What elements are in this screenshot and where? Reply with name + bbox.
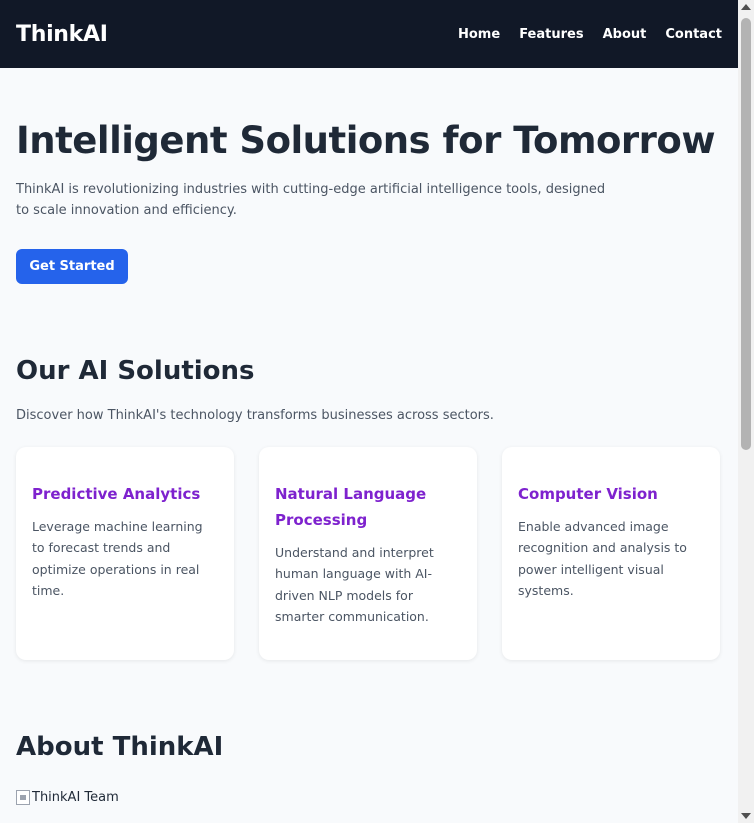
nav-link-about[interactable]: About xyxy=(603,27,647,42)
card-title: Natural Language Processing xyxy=(275,484,427,529)
nav-link-contact[interactable]: Contact xyxy=(665,27,722,42)
nav-link-home[interactable]: Home xyxy=(458,27,500,42)
hero-section: Intelligent Solutions for Tomorrow Think… xyxy=(0,68,738,284)
team-image-broken: ThinkAI Team xyxy=(16,789,722,805)
hero-title: Intelligent Solutions for Tomorrow xyxy=(16,119,716,162)
get-started-button[interactable]: Get Started xyxy=(16,248,128,284)
top-navbar: ThinkAI Home Features About Contact xyxy=(0,0,738,68)
solutions-title: Our AI Solutions xyxy=(16,355,255,386)
solution-card-predictive-analytics: Predictive Analytics Leverage machine le… xyxy=(16,446,234,660)
solutions-section: Our AI Solutions Discover how ThinkAI's … xyxy=(0,284,738,660)
scrollbar-thumb[interactable] xyxy=(741,18,751,450)
nav-link-features[interactable]: Features xyxy=(519,27,583,42)
broken-image-icon xyxy=(16,789,30,805)
scroll-up-arrow-icon[interactable] xyxy=(741,4,751,10)
card-text: Leverage machine learning to forecast tr… xyxy=(32,518,203,599)
hero-description: ThinkAI is revolutionizing industries wi… xyxy=(16,181,606,218)
about-title: About ThinkAI xyxy=(16,731,224,762)
scroll-down-arrow-icon[interactable] xyxy=(741,813,751,819)
card-text: Understand and interpret human language … xyxy=(275,544,434,625)
solution-card-computer-vision: Computer Vision Enable advanced image re… xyxy=(502,446,720,660)
card-title: Computer Vision xyxy=(518,484,658,503)
card-title: Predictive Analytics xyxy=(32,484,201,503)
card-text: Enable advanced image recognition and an… xyxy=(518,518,687,599)
main-nav: Home Features About Contact xyxy=(458,27,722,42)
vertical-scrollbar[interactable] xyxy=(738,0,754,823)
about-section: About ThinkAI ThinkAI Team xyxy=(0,660,738,805)
brand-logo[interactable]: ThinkAI xyxy=(16,22,108,47)
solution-card-nlp: Natural Language Processing Understand a… xyxy=(259,446,477,660)
solutions-cards: Predictive Analytics Leverage machine le… xyxy=(16,446,722,660)
solutions-subtitle: Discover how ThinkAI's technology transf… xyxy=(16,407,494,423)
page: ThinkAI Home Features About Contact Inte… xyxy=(0,0,738,823)
team-image-alt-text: ThinkAI Team xyxy=(32,789,119,805)
